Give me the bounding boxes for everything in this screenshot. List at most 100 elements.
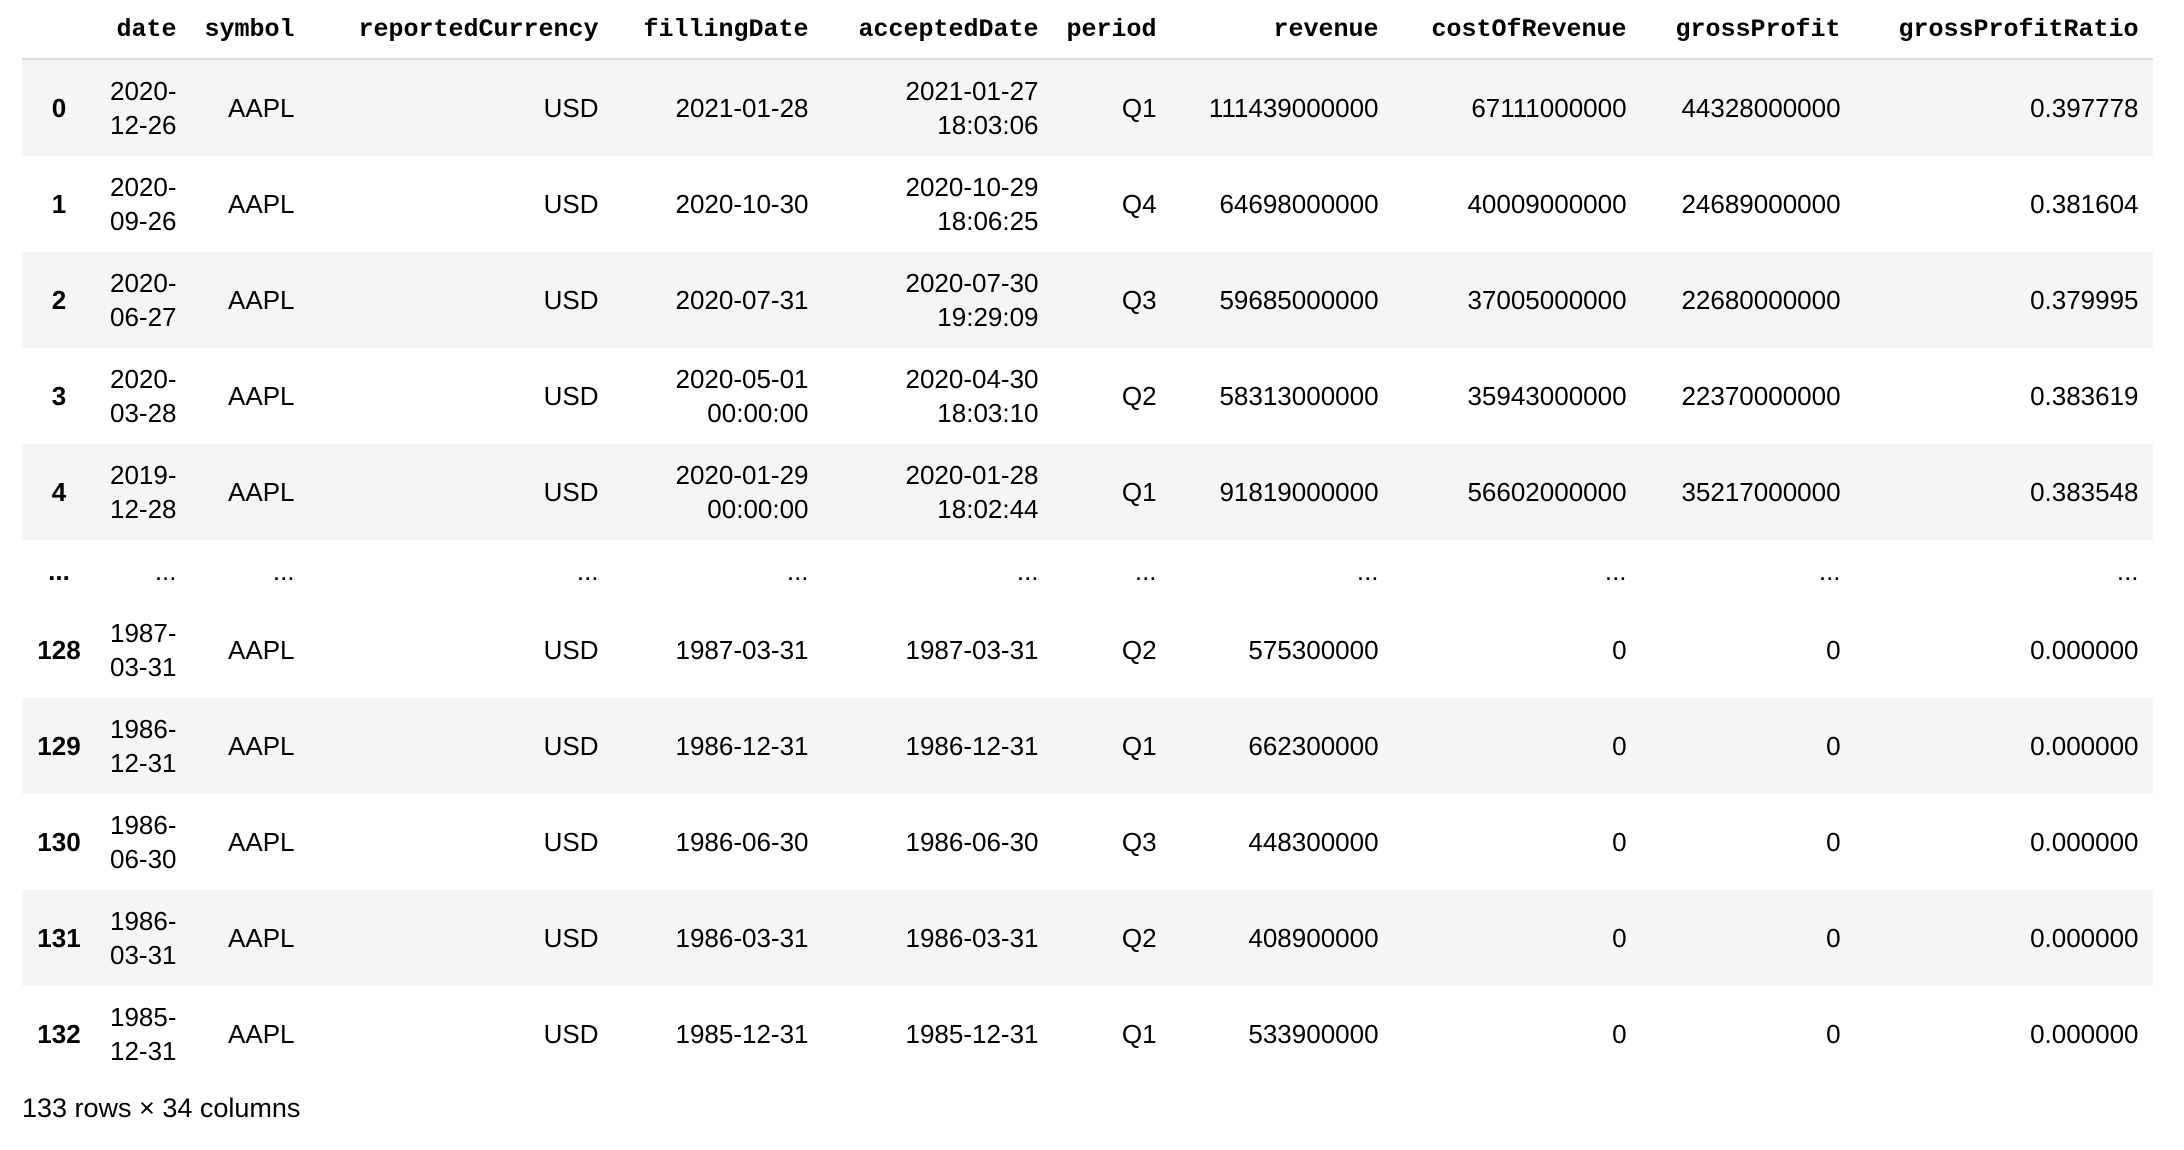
- cell-accepted-date: 2020-04-30 18:03:10: [905, 364, 1039, 428]
- column-header-cost-of-revenue: costOfRevenue: [1392, 0, 1641, 60]
- cell-accepted-date: 1986-12-31: [905, 731, 1039, 761]
- cell-gross-profit: 24689000000: [1681, 189, 1841, 219]
- cell-revenue: 111439000000: [1208, 93, 1379, 123]
- cell-cost-of-revenue: ...: [1604, 556, 1627, 586]
- cell-cost-of-revenue: 0: [1612, 731, 1627, 761]
- table-row: 132 1985-12-31 AAPL USD 1985-12-31 1985-12-31…: [22, 986, 2153, 1082]
- cell-symbol: AAPL: [228, 827, 295, 857]
- cell-gross-profit: 0: [1826, 635, 1841, 665]
- cell-reported-currency: USD: [543, 189, 599, 219]
- cell-gross-profit: 22680000000: [1681, 285, 1841, 315]
- column-header-accepted-date: acceptedDate: [822, 0, 1053, 60]
- cell-gross-profit-ratio: 0.379995: [2030, 285, 2139, 315]
- cell-period: Q1: [1121, 1019, 1157, 1049]
- cell-gross-profit-ratio: 0.397778: [2030, 93, 2139, 123]
- cell-date: 1986-06-30: [110, 810, 177, 874]
- cell-reported-currency: ...: [576, 556, 599, 586]
- cell-revenue: 58313000000: [1219, 381, 1379, 411]
- cell-revenue: 533900000: [1248, 1019, 1379, 1049]
- cell-gross-profit-ratio: 0.000000: [2030, 731, 2139, 761]
- column-header-date: date: [96, 0, 191, 60]
- cell-reported-currency: USD: [543, 477, 599, 507]
- cell-reported-currency: USD: [543, 731, 599, 761]
- cell-symbol: AAPL: [228, 731, 295, 761]
- cell-accepted-date: 1986-06-30: [905, 827, 1039, 857]
- cell-revenue: 91819000000: [1219, 477, 1379, 507]
- cell-reported-currency: USD: [543, 635, 599, 665]
- table-row: 2 2020-06-27 AAPL USD 2020-07-31 2020-07-30 1…: [22, 252, 2153, 348]
- table-row: 130 1986-06-30 AAPL USD 1986-06-30 1986-06-30…: [22, 794, 2153, 890]
- cell-period: Q3: [1121, 827, 1157, 857]
- cell-revenue: 662300000: [1248, 731, 1379, 761]
- cell-gross-profit-ratio: 0.000000: [2030, 827, 2139, 857]
- cell-revenue: 64698000000: [1219, 189, 1379, 219]
- table-row: 131 1986-03-31 AAPL USD 1986-03-31 1986-03-31…: [22, 890, 2153, 986]
- cell-filling-date: 2020-05-01 00:00:00: [675, 364, 809, 428]
- row-index: 4: [51, 477, 67, 507]
- row-index: 130: [37, 827, 81, 857]
- cell-gross-profit: 0: [1826, 827, 1841, 857]
- cell-period: ...: [1134, 556, 1157, 586]
- cell-filling-date: 1985-12-31: [675, 1019, 809, 1049]
- cell-accepted-date: ...: [1016, 556, 1039, 586]
- cell-symbol: AAPL: [228, 477, 295, 507]
- row-index: 132: [37, 1019, 81, 1049]
- cell-date: 1986-12-31: [110, 714, 177, 778]
- cell-gross-profit-ratio: 0.000000: [2030, 1019, 2139, 1049]
- cell-period: Q1: [1121, 93, 1157, 123]
- column-header-gross-profit: grossProfit: [1640, 0, 1855, 60]
- cell-gross-profit-ratio: 0.383548: [2030, 477, 2139, 507]
- cell-cost-of-revenue: 0: [1612, 923, 1627, 953]
- row-index: 0: [51, 93, 67, 123]
- cell-symbol: AAPL: [228, 923, 295, 953]
- cell-gross-profit: 0: [1826, 1019, 1841, 1049]
- cell-filling-date: 2020-10-30: [675, 189, 809, 219]
- cell-period: Q2: [1121, 381, 1157, 411]
- cell-accepted-date: 2020-07-30 19:29:09: [905, 268, 1039, 332]
- cell-filling-date: 1986-12-31: [675, 731, 809, 761]
- cell-cost-of-revenue: 0: [1612, 1019, 1627, 1049]
- cell-period: Q2: [1121, 635, 1157, 665]
- cell-date: 2020-09-26: [110, 172, 177, 236]
- cell-revenue: 408900000: [1248, 923, 1379, 953]
- row-index: 131: [37, 923, 81, 953]
- dataframe-output: date symbol reportedCurrency fillingDate…: [22, 0, 2184, 1082]
- cell-symbol: AAPL: [228, 189, 295, 219]
- cell-cost-of-revenue: 0: [1612, 635, 1627, 665]
- table-row: 128 1987-03-31 AAPL USD 1987-03-31 1987-03-31…: [22, 602, 2153, 698]
- row-index: 129: [37, 731, 81, 761]
- dataframe-table: date symbol reportedCurrency fillingDate…: [22, 0, 2153, 1082]
- cell-reported-currency: USD: [543, 827, 599, 857]
- cell-gross-profit-ratio: 0.000000: [2030, 923, 2139, 953]
- cell-symbol: AAPL: [228, 285, 295, 315]
- cell-gross-profit: 44328000000: [1681, 93, 1841, 123]
- cell-revenue: 575300000: [1248, 635, 1379, 665]
- cell-symbol: AAPL: [228, 635, 295, 665]
- column-header-period: period: [1052, 0, 1171, 60]
- cell-reported-currency: USD: [543, 285, 599, 315]
- cell-filling-date: 2020-07-31: [675, 285, 809, 315]
- cell-revenue: 59685000000: [1219, 285, 1379, 315]
- cell-date: 1987-03-31: [110, 618, 177, 682]
- cell-gross-profit: 35217000000: [1681, 477, 1841, 507]
- row-index: 2: [51, 285, 67, 315]
- cell-symbol: AAPL: [228, 381, 295, 411]
- column-header-index: [22, 0, 96, 60]
- header-row: date symbol reportedCurrency fillingDate…: [22, 0, 2153, 60]
- cell-symbol: AAPL: [228, 93, 295, 123]
- column-header-filling-date: fillingDate: [612, 0, 823, 60]
- table-row: 129 1986-12-31 AAPL USD 1986-12-31 1986-12-31…: [22, 698, 2153, 794]
- table-row: 3 2020-03-28 AAPL USD 2020-05-01 00:00:00 202…: [22, 348, 2153, 444]
- cell-date: 2020-06-27: [110, 268, 177, 332]
- cell-reported-currency: USD: [543, 93, 599, 123]
- cell-gross-profit: 0: [1826, 731, 1841, 761]
- table-row: 1 2020-09-26 AAPL USD 2020-10-30 2020-10-29 1…: [22, 156, 2153, 252]
- cell-accepted-date: 2020-01-28 18:02:44: [905, 460, 1039, 524]
- column-header-gross-profit-ratio: grossProfitRatio: [1854, 0, 2153, 60]
- cell-filling-date: 2020-01-29 00:00:00: [675, 460, 809, 524]
- row-index: 128: [37, 635, 81, 665]
- cell-gross-profit-ratio: 0.000000: [2030, 635, 2139, 665]
- cell-filling-date: ...: [786, 556, 809, 586]
- table-row: 0 2020-12-26 AAPL USD 2021-01-28 2021-01-27 1…: [22, 59, 2153, 156]
- cell-date: 1986-03-31: [110, 906, 177, 970]
